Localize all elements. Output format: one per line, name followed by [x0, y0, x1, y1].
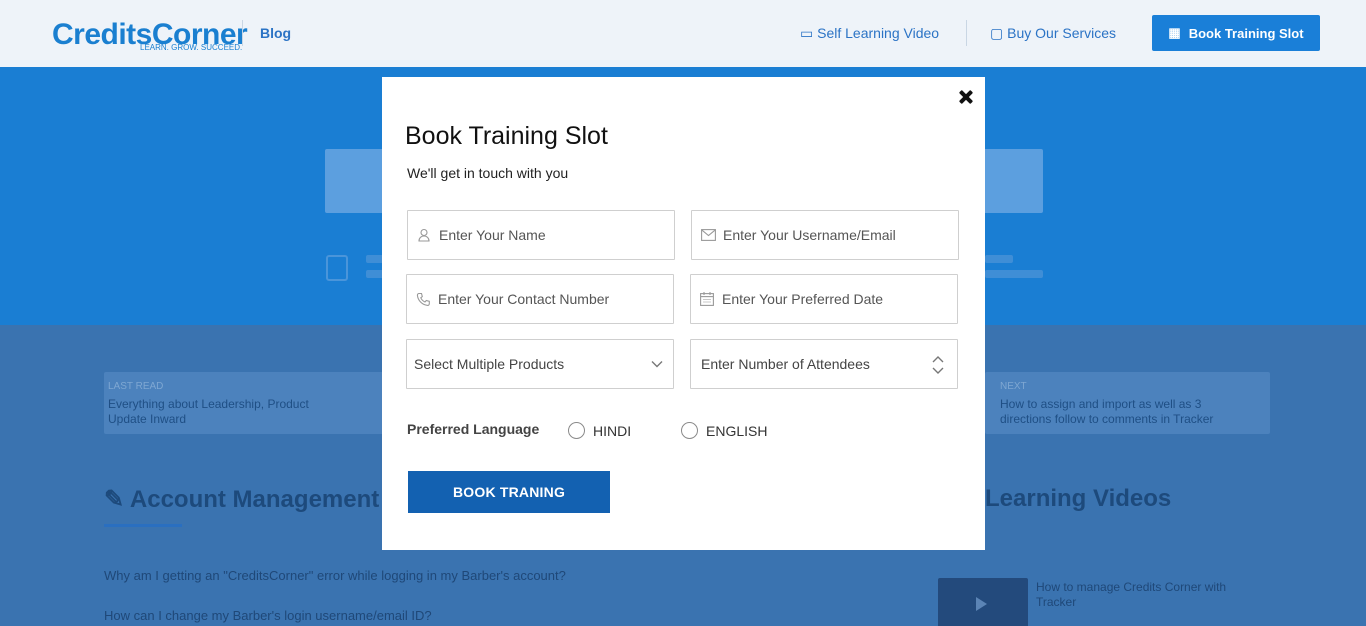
- account-management-heading: ✎ Account Management: [104, 485, 379, 514]
- nav-self-learning-label: Self Learning Video: [817, 25, 940, 41]
- next-caption: NEXT: [1000, 381, 1027, 392]
- close-icon[interactable]: [955, 86, 977, 108]
- name-field[interactable]: [407, 210, 675, 260]
- date-field[interactable]: [690, 274, 958, 324]
- name-input[interactable]: [439, 211, 674, 259]
- date-input[interactable]: [722, 275, 957, 323]
- logo-divider: [242, 20, 243, 46]
- hero-feature-line: [985, 270, 1043, 278]
- products-select[interactable]: Select Multiple Products: [406, 339, 674, 389]
- nav-book-training-label: Book Training Slot: [1188, 25, 1304, 41]
- hero-feature-icon: [326, 255, 348, 281]
- contact-input[interactable]: [438, 275, 673, 323]
- last-read-text: Everything about Leadership, Product Upd…: [108, 397, 309, 426]
- book-training-submit-button[interactable]: BOOK TRANING: [408, 471, 610, 513]
- nav-book-training-button[interactable]: ▦ Book Training Slot: [1152, 15, 1320, 51]
- top-navigation-bar: Cre​ditsCorner LEARN. GROW. SUCCEED. Blo…: [0, 0, 1366, 67]
- radio-hindi-label: HINDI: [593, 422, 632, 439]
- attendees-field[interactable]: Enter Number of Attendees: [690, 339, 958, 389]
- chevron-down-icon: [650, 357, 664, 371]
- envelope-icon: [700, 227, 716, 243]
- video-icon: ▭: [800, 25, 818, 41]
- number-stepper-icon[interactable]: [931, 354, 945, 376]
- learning-videos-heading: Learning Videos: [985, 485, 1172, 512]
- last-read-caption: LAST READ: [108, 381, 164, 392]
- modal-title: Book Training Slot: [405, 122, 608, 150]
- phone-icon: [415, 291, 431, 307]
- nav-divider: [966, 20, 967, 46]
- email-input[interactable]: [723, 211, 958, 259]
- logo-tagline: LEARN. GROW. SUCCEED.: [140, 43, 243, 52]
- radio-circle[interactable]: [681, 422, 698, 439]
- products-select-value: Select Multiple Products: [414, 356, 565, 372]
- play-icon: [976, 597, 987, 611]
- nav-services-link[interactable]: ▢ Buy Our Services: [990, 25, 1116, 42]
- cart-icon: ▢: [990, 25, 1008, 41]
- faq-link[interactable]: Why am I getting an "CreditsCorner" erro…: [104, 568, 566, 583]
- contact-field[interactable]: [406, 274, 674, 324]
- nav-blog-link[interactable]: Blog: [260, 25, 291, 41]
- radio-english[interactable]: ENGLISH: [681, 422, 767, 439]
- attendees-input[interactable]: Enter Number of Attendees: [691, 356, 957, 372]
- radio-circle[interactable]: [568, 422, 585, 439]
- book-training-modal: Book Training Slot We'll get in touch wi…: [382, 77, 985, 550]
- next-text: How to assign and import as well as 3 di…: [1000, 397, 1214, 426]
- account-management-label: Account Management: [129, 486, 380, 513]
- nav-self-learning-link[interactable]: ▭ Self Learning Video: [800, 25, 939, 42]
- nav-services-label: Buy Our Services: [1007, 25, 1117, 41]
- radio-english-label: ENGLISH: [706, 422, 768, 439]
- email-field[interactable]: [691, 210, 959, 260]
- faq-link[interactable]: How can I change my Barber's login usern…: [104, 608, 432, 623]
- calendar-icon: ▦: [1168, 25, 1181, 40]
- heading-underline: [104, 524, 182, 527]
- preferred-language-label: Preferred Language: [407, 421, 540, 437]
- radio-hindi[interactable]: HINDI: [568, 422, 631, 439]
- side-video-title[interactable]: How to manage Credits Corner with Tracke…: [1036, 580, 1236, 610]
- user-icon: [416, 227, 432, 243]
- calendar-icon: [699, 291, 715, 307]
- pen-icon: ✎: [104, 486, 130, 513]
- hero-feature-line: [985, 255, 1013, 263]
- modal-subtitle: We'll get in touch with you: [407, 165, 569, 181]
